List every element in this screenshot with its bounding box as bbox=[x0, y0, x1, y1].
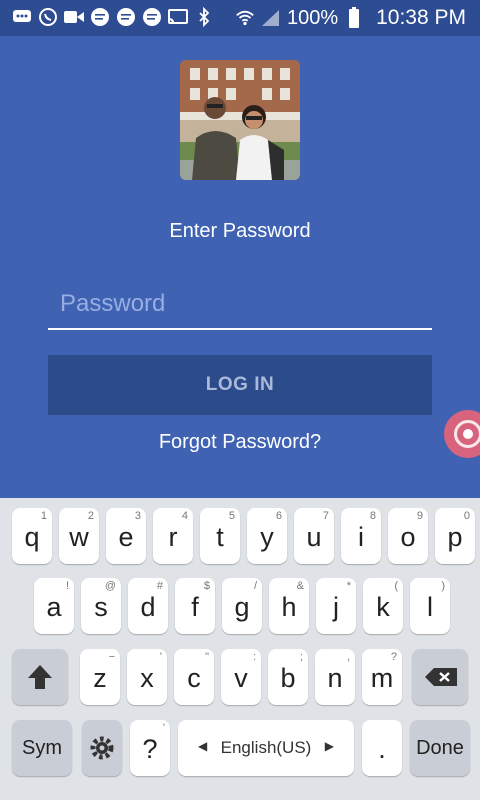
key-a[interactable]: a! bbox=[34, 578, 74, 634]
cast-icon bbox=[168, 7, 188, 27]
key-n[interactable]: n, bbox=[315, 649, 355, 705]
key-g[interactable]: g / bbox=[222, 578, 262, 634]
period-key[interactable]: . bbox=[362, 720, 402, 776]
on-screen-keyboard: q1w2e3r4t5y6u7i8o9p0 a! s @ d # f $ g / h & j * k(l) … bbox=[0, 498, 480, 800]
battery-percent: 100% bbox=[286, 6, 339, 29]
notification-icons bbox=[12, 7, 214, 27]
key-c[interactable]: c " bbox=[174, 649, 214, 705]
key-x[interactable]: x ' bbox=[127, 649, 167, 705]
message-icon bbox=[90, 7, 110, 27]
done-key[interactable]: Done bbox=[410, 720, 470, 776]
video-camera-icon bbox=[64, 7, 84, 27]
key-z[interactable]: z − bbox=[80, 649, 120, 705]
key-k[interactable]: k( bbox=[363, 578, 403, 634]
battery-icon bbox=[344, 7, 364, 28]
signal-icon bbox=[261, 8, 281, 28]
key-s[interactable]: s @ bbox=[81, 578, 121, 634]
backspace-key[interactable] bbox=[412, 649, 468, 705]
avatar bbox=[180, 60, 300, 180]
key-p[interactable]: p0 bbox=[435, 508, 475, 564]
clock: 10:38 PM bbox=[376, 6, 466, 29]
key-h[interactable]: h & bbox=[269, 578, 309, 634]
key-o[interactable]: o9 bbox=[388, 508, 428, 564]
bluetooth-icon bbox=[194, 7, 214, 27]
key-t[interactable]: t5 bbox=[200, 508, 240, 564]
key-i[interactable]: i8 bbox=[341, 508, 381, 564]
viber-icon bbox=[38, 7, 58, 27]
key-e[interactable]: e3 bbox=[106, 508, 146, 564]
forgot-password-link[interactable]: Forgot Password? bbox=[0, 431, 480, 454]
key-u[interactable]: u7 bbox=[294, 508, 334, 564]
question-key[interactable]: ? ' bbox=[130, 720, 170, 776]
settings-gear-icon[interactable] bbox=[82, 720, 122, 776]
message-icon bbox=[116, 7, 136, 27]
key-q[interactable]: q1 bbox=[12, 508, 52, 564]
key-b[interactable]: b; bbox=[268, 649, 308, 705]
key-d[interactable]: d # bbox=[128, 578, 168, 634]
wifi-icon bbox=[235, 8, 255, 28]
system-indicators: 100% 10:38 PM bbox=[235, 6, 466, 30]
key-l[interactable]: l) bbox=[410, 578, 450, 634]
key-w[interactable]: w2 bbox=[59, 508, 99, 564]
key-m[interactable]: m? bbox=[362, 649, 402, 705]
status-bar: 100% 10:38 PM bbox=[0, 0, 480, 36]
chevron-right-icon: ▶ bbox=[324, 739, 334, 753]
chat-icon bbox=[12, 7, 32, 27]
key-f[interactable]: f $ bbox=[175, 578, 215, 634]
password-input[interactable] bbox=[48, 280, 432, 330]
space-language-key[interactable]: ◀ English(US) ▶ bbox=[178, 720, 354, 776]
key-j[interactable]: j * bbox=[316, 578, 356, 634]
message-icon bbox=[142, 7, 162, 27]
symbols-key[interactable]: Sym bbox=[12, 720, 72, 776]
key-v[interactable]: v: bbox=[221, 649, 261, 705]
enter-password-label: Enter Password bbox=[169, 220, 311, 242]
login-button[interactable]: LOG IN bbox=[48, 355, 432, 415]
key-y[interactable]: y6 bbox=[247, 508, 287, 564]
key-r[interactable]: r4 bbox=[153, 508, 193, 564]
shift-key[interactable] bbox=[12, 649, 68, 705]
